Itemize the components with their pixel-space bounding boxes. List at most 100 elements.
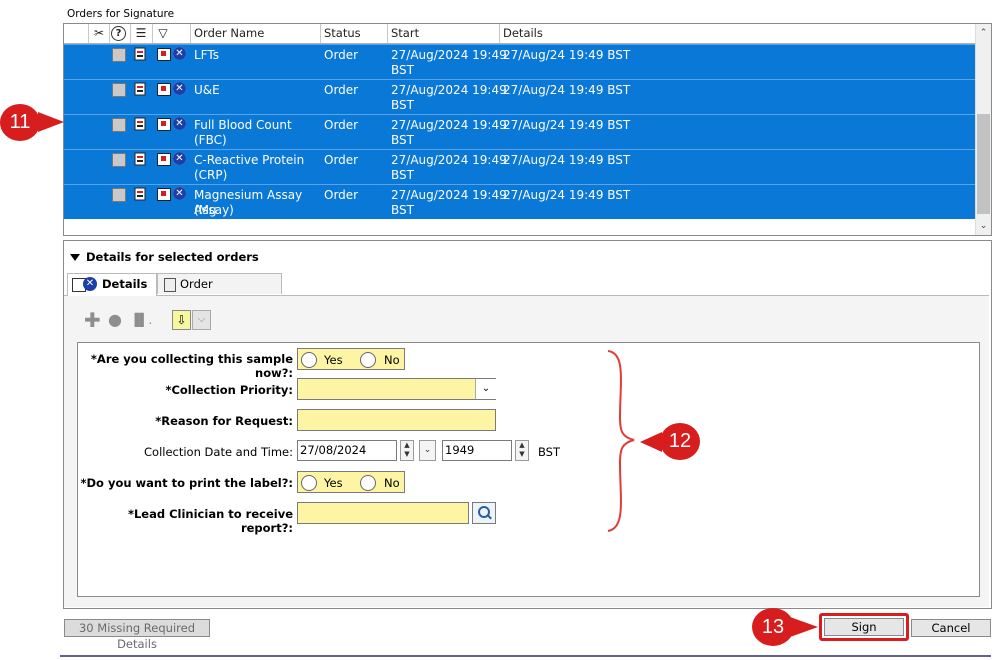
orders-grid: ✂ ? ☰ ▽ Order Name Status Start Details … xyxy=(63,23,992,236)
details-toolbar: ✚ ● ▐▌. ⇩ ⌵ xyxy=(84,310,284,332)
order-checkbox[interactable] xyxy=(112,83,126,97)
order-sentence-icon xyxy=(134,82,146,96)
review-icon: ☰ xyxy=(135,26,147,40)
order-name-wrap: (CRP) xyxy=(194,168,228,182)
order-checkbox[interactable] xyxy=(112,118,126,132)
header-review[interactable]: ☰ xyxy=(131,24,153,43)
collection-date-input[interactable]: 27/08/2024 xyxy=(297,440,397,461)
date-spinner[interactable]: ▲ ▼ xyxy=(400,440,414,461)
collection-priority-select[interactable]: ⌄ xyxy=(297,378,496,400)
order-start-tz: BST xyxy=(391,168,414,182)
remove-order-icon[interactable]: ✕ xyxy=(173,47,186,60)
order-row[interactable]: ✕ Magnesium Assay (Mg Assay) Order 27/Aug/20… xyxy=(64,184,975,219)
remove-order-icon[interactable]: ✕ xyxy=(173,82,186,95)
lab-order-icon xyxy=(157,118,171,131)
print-label-no-label: No xyxy=(384,476,400,490)
window-bottom-border xyxy=(60,655,991,657)
column-start[interactable]: Start xyxy=(388,24,500,43)
column-status[interactable]: Status xyxy=(321,24,388,43)
header-filter[interactable]: ▽ xyxy=(153,24,191,43)
lab-order-icon xyxy=(157,48,171,61)
chevron-down-icon[interactable]: ⌄ xyxy=(475,379,496,399)
collection-time-input[interactable]: 1949 xyxy=(442,440,512,461)
order-status: Order xyxy=(324,188,359,202)
details-panel: Details for selected orders ✕ Details Or… xyxy=(63,240,992,609)
order-sentence-icon xyxy=(134,187,146,201)
expand-button[interactable]: ⌵ xyxy=(192,310,211,330)
collecting-now-no-radio[interactable] xyxy=(360,352,376,368)
scroll-down-icon[interactable]: ⌄ xyxy=(976,219,991,233)
remove-icon[interactable]: ● xyxy=(108,310,122,330)
reason-input[interactable] xyxy=(297,409,496,431)
order-sentence-icon xyxy=(134,117,146,131)
double-chevron-down-icon: ⌵ xyxy=(197,314,206,325)
callout-11-arrow xyxy=(38,112,64,132)
order-row[interactable]: ✕ Full Blood Count (FBC) Order 27/Aug/2024 … xyxy=(64,114,975,149)
missing-details-button[interactable]: 30 Missing Required Details xyxy=(64,619,210,651)
order-details: 27/Aug/24 19:49 BST xyxy=(503,118,631,132)
callout-12-arrow xyxy=(640,432,662,452)
tab-details[interactable]: ✕ Details xyxy=(67,273,157,296)
order-checkbox[interactable] xyxy=(112,188,126,202)
collecting-now-no-label: No xyxy=(384,353,400,367)
scroll-up-icon[interactable]: ⌃ xyxy=(976,26,991,40)
callout-11: 11 xyxy=(0,104,70,144)
next-required-button[interactable]: ⇩ xyxy=(172,310,191,330)
print-label-yes-radio[interactable] xyxy=(301,475,317,491)
order-start: 27/Aug/2024 19:49 xyxy=(391,118,507,132)
callout-13-arrow xyxy=(790,617,818,637)
details-panel-header[interactable]: Details for selected orders xyxy=(70,250,259,264)
collecting-now-yes-radio[interactable] xyxy=(301,352,317,368)
help-icon: ? xyxy=(111,26,126,41)
callout-12: 12 xyxy=(640,423,706,463)
order-checkbox[interactable] xyxy=(112,153,126,167)
order-row[interactable]: ✕ C-Reactive Protein (CRP) Order 27/Aug/2024… xyxy=(64,149,975,184)
lab-order-icon xyxy=(157,188,171,201)
header-attach[interactable]: ✂ xyxy=(89,24,110,43)
search-icon-handle xyxy=(487,514,492,520)
order-row[interactable]: ✕ LFTs Order 27/Aug/2024 19:49 BST 27/Aug/24 … xyxy=(64,44,975,79)
chart-icon[interactable]: ▐▌. xyxy=(130,310,152,330)
cancel-button[interactable]: Cancel xyxy=(911,619,991,637)
orders-scrollbar[interactable]: ⌃ ⌄ xyxy=(975,24,991,235)
remove-order-icon[interactable]: ✕ xyxy=(173,152,186,165)
print-label-no-radio[interactable] xyxy=(360,475,376,491)
remove-order-icon[interactable]: ✕ xyxy=(173,187,186,200)
lab-order-icon xyxy=(157,153,171,166)
collection-datetime-label: Collection Date and Time: xyxy=(144,445,293,459)
tab-details-label: Details xyxy=(102,277,148,291)
collapse-icon[interactable] xyxy=(70,254,80,261)
tab-order-comments[interactable]: Order Comments xyxy=(157,273,282,312)
order-details: 27/Aug/24 19:49 BST xyxy=(503,83,631,97)
grid-header: ✂ ? ☰ ▽ Order Name Status Start Details xyxy=(64,24,975,44)
column-order-name[interactable]: Order Name xyxy=(191,24,321,43)
calendar-chevron-icon: ⌄ xyxy=(423,445,432,455)
order-details: 27/Aug/24 19:49 BST xyxy=(503,153,631,167)
order-row[interactable]: ✕ U&E Order 27/Aug/2024 19:49 BST 27/Aug/24 1… xyxy=(64,79,975,114)
collecting-now-label: *Are you collecting this sample now?: xyxy=(90,352,293,380)
reason-label: *Reason for Request: xyxy=(155,414,293,428)
order-name: Full Blood Count (FBC) xyxy=(194,118,292,147)
header-help[interactable]: ? xyxy=(110,24,131,43)
order-name-wrap: Assay) xyxy=(194,203,234,217)
order-status: Order xyxy=(324,153,359,167)
date-picker-dropdown[interactable]: ⌄ xyxy=(419,440,436,461)
collecting-now-yes-label: Yes xyxy=(324,353,343,367)
header-spacer xyxy=(64,24,89,43)
remove-order-icon[interactable]: ✕ xyxy=(173,117,186,130)
comments-icon xyxy=(164,278,176,292)
lead-clinician-label: *Lead Clinician to receive report?: xyxy=(127,507,293,535)
scroll-thumb[interactable] xyxy=(977,114,990,214)
order-status: Order xyxy=(324,48,359,62)
timezone-label: BST xyxy=(538,445,561,459)
lead-clinician-input[interactable] xyxy=(297,502,469,524)
order-name: U&E xyxy=(194,83,220,97)
order-name: C-Reactive Protein xyxy=(194,153,305,167)
order-status: Order xyxy=(324,118,359,132)
add-icon[interactable]: ✚ xyxy=(84,310,101,330)
sign-button[interactable]: Sign xyxy=(824,618,904,636)
time-spinner[interactable]: ▲ ▼ xyxy=(515,440,529,461)
column-details[interactable]: Details xyxy=(500,24,975,43)
lead-clinician-search-button[interactable] xyxy=(472,502,496,524)
order-checkbox[interactable] xyxy=(112,48,126,62)
